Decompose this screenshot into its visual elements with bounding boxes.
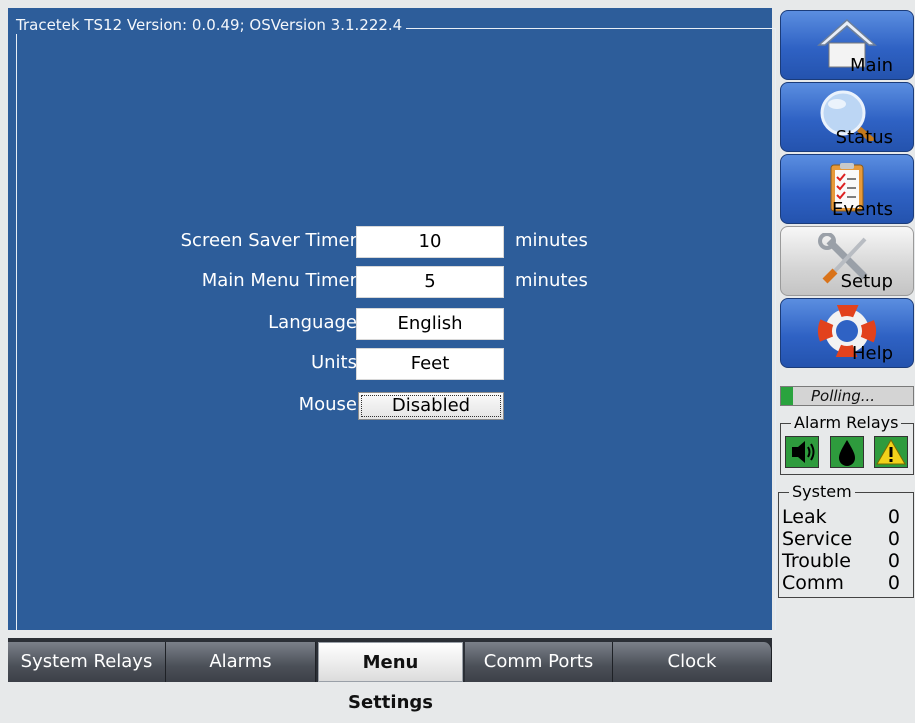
version-title: Tracetek TS12 Version: 0.0.49; OSVersion… bbox=[12, 16, 407, 34]
system-title: System bbox=[789, 482, 855, 502]
nav-status-button[interactable]: Status bbox=[780, 82, 914, 152]
alarm-relays-title: Alarm Relays bbox=[791, 413, 902, 433]
nav-help-button[interactable]: Help bbox=[780, 298, 914, 368]
system-service-label: Service bbox=[782, 528, 853, 550]
system-row-leak: Leak 0 bbox=[782, 506, 910, 528]
nav-main-button[interactable]: Main bbox=[780, 10, 914, 80]
drop-icon bbox=[830, 436, 864, 468]
system-row-comm: Comm 0 bbox=[782, 572, 910, 594]
main-menu-timer-input[interactable]: 5 bbox=[356, 266, 504, 298]
polling-text: Polling... bbox=[811, 387, 876, 405]
system-trouble-label: Trouble bbox=[782, 550, 851, 572]
system-row-trouble: Trouble 0 bbox=[782, 550, 910, 572]
screen-saver-unit: minutes bbox=[515, 230, 588, 251]
nav-main-label: Main bbox=[850, 55, 893, 76]
nav-events-label: Events bbox=[832, 199, 893, 220]
mouse-row: Mouse Disabled bbox=[8, 390, 772, 424]
mouse-toggle-button[interactable]: Disabled bbox=[358, 392, 504, 420]
system-comm-value: 0 bbox=[887, 572, 900, 594]
tab-system-relays[interactable]: System Relays bbox=[8, 642, 166, 682]
system-leak-value: 0 bbox=[887, 506, 900, 528]
main-menu-timer-unit: minutes bbox=[515, 270, 588, 291]
speaker-icon bbox=[785, 436, 819, 468]
side-nav: Main Status Events Setup Help bbox=[780, 10, 914, 370]
system-leak-label: Leak bbox=[782, 506, 827, 528]
system-group: System Leak 0 Service 0 Trouble 0 Comm 0 bbox=[778, 482, 914, 598]
language-row: Language English bbox=[8, 308, 772, 342]
tab-menu-settings[interactable]: Menu Settings bbox=[318, 642, 463, 713]
language-field[interactable]: English bbox=[356, 308, 504, 340]
polling-status: Polling... bbox=[780, 386, 914, 406]
alarm-relays-group: Alarm Relays bbox=[780, 413, 914, 475]
nav-help-label: Help bbox=[851, 343, 893, 364]
settings-panel: Tracetek TS12 Version: 0.0.49; OSVersion… bbox=[8, 8, 776, 630]
tab-clock[interactable]: Clock bbox=[613, 642, 772, 682]
screen-saver-label: Screen Saver Timer bbox=[180, 230, 357, 251]
nav-events-button[interactable]: Events bbox=[780, 154, 914, 224]
mouse-label: Mouse bbox=[298, 394, 357, 415]
language-label: Language bbox=[268, 312, 357, 333]
main-menu-timer-label: Main Menu Timer bbox=[201, 270, 357, 291]
units-field[interactable]: Feet bbox=[356, 348, 504, 380]
system-comm-label: Comm bbox=[782, 572, 844, 594]
tab-bar: System Relays Alarms Menu Settings Comm … bbox=[8, 638, 772, 713]
main-menu-timer-row: Main Menu Timer 5 minutes bbox=[8, 266, 772, 300]
tab-alarms[interactable]: Alarms bbox=[166, 642, 316, 682]
nav-status-label: Status bbox=[835, 127, 893, 148]
nav-setup-label: Setup bbox=[840, 271, 893, 292]
system-row-service: Service 0 bbox=[782, 528, 910, 550]
units-row: Units Feet bbox=[8, 348, 772, 382]
warning-icon bbox=[874, 436, 908, 468]
system-trouble-value: 0 bbox=[887, 550, 900, 572]
units-label: Units bbox=[310, 352, 357, 373]
tab-comm-ports[interactable]: Comm Ports bbox=[465, 642, 613, 682]
system-service-value: 0 bbox=[887, 528, 900, 550]
screen-saver-row: Screen Saver Timer 10 minutes bbox=[8, 226, 772, 260]
nav-setup-button[interactable]: Setup bbox=[780, 226, 914, 296]
screen-saver-input[interactable]: 10 bbox=[356, 226, 504, 258]
